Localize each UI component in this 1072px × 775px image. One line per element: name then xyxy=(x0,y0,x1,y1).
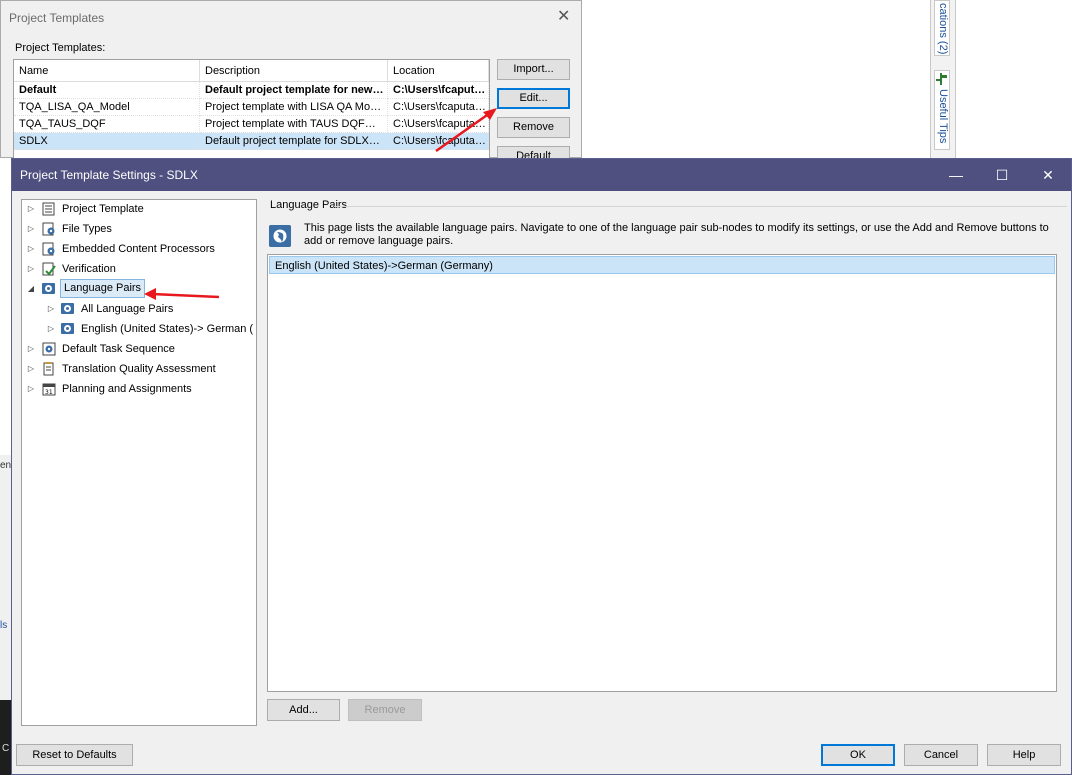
tree-item-english-german[interactable]: ▷ English (United States)-> German ( xyxy=(22,320,256,338)
tree-item-label: English (United States)-> German ( xyxy=(81,323,254,335)
globe-icon xyxy=(61,323,74,334)
column-header-location[interactable]: Location xyxy=(388,60,489,82)
expand-arrow-icon[interactable]: ▷ xyxy=(26,220,36,238)
file-gear-icon xyxy=(42,242,55,256)
tree-item-default-task-sequence[interactable]: ▷ Default Task Sequence xyxy=(22,340,256,358)
tree-item-label: Embedded Content Processors xyxy=(62,243,215,255)
document-icon xyxy=(42,202,55,216)
tree-item-planning-and-assignments[interactable]: ▷ 31 Planning and Assignments xyxy=(22,380,256,398)
background-text-fragment: C xyxy=(2,743,10,754)
tree-item-project-template[interactable]: ▷ Project Template xyxy=(22,200,256,218)
settings-tree: ▷ Project Template ▷ File Types ▷ Embedd… xyxy=(21,199,257,726)
collapse-arrow-icon[interactable]: ◢ xyxy=(26,280,36,298)
tree-item-label: Translation Quality Assessment xyxy=(62,363,216,375)
expand-arrow-icon[interactable]: ▷ xyxy=(26,360,36,378)
info-description: This page lists the available language p… xyxy=(304,222,1049,247)
template-name: SDLX xyxy=(14,133,200,150)
file-gear-icon xyxy=(42,222,55,236)
dialog-title: Project Templates xyxy=(9,11,105,25)
language-pairs-list: English (United States)->German (Germany… xyxy=(267,254,1057,692)
add-button[interactable]: Add... xyxy=(267,699,340,721)
remove-button[interactable]: Remove xyxy=(348,699,422,721)
tree-item-language-pairs[interactable]: ◢ Language Pairs xyxy=(22,279,256,298)
page-title: Language Pairs xyxy=(270,199,348,211)
close-icon[interactable]: ✕ xyxy=(1025,159,1071,191)
template-name: TQA_LISA_QA_Model xyxy=(14,99,200,116)
divider xyxy=(334,206,1067,207)
template-location: C:\Users\fcaput… xyxy=(388,82,489,99)
globe-info-icon xyxy=(269,225,291,247)
project-templates-dialog: Project Templates ✕ Project Templates: N… xyxy=(0,0,582,159)
expand-arrow-icon[interactable]: ▷ xyxy=(26,340,36,358)
expand-arrow-icon[interactable]: ▷ xyxy=(46,300,56,318)
template-name: TQA_TAUS_DQF xyxy=(14,116,200,133)
tree-item-label: All Language Pairs xyxy=(81,303,174,315)
globe-icon xyxy=(61,303,74,314)
template-location: C:\Users\fcaputa… xyxy=(388,133,489,150)
tree-item-verification[interactable]: ▷ Verification xyxy=(22,260,256,278)
table-row[interactable]: TQA_TAUS_DQF Project template with TAUS … xyxy=(14,116,489,133)
tree-item-label: File Types xyxy=(62,223,112,235)
template-name: Default xyxy=(14,82,200,99)
expand-arrow-icon[interactable]: ▷ xyxy=(26,260,36,278)
tree-item-label: Verification xyxy=(62,263,116,275)
remove-button[interactable]: Remove xyxy=(497,117,570,138)
tree-item-label: Project Template xyxy=(62,203,144,215)
notifications-tab[interactable]: cations (2) xyxy=(934,0,950,56)
template-description: Project template with LISA QA Mo… xyxy=(200,99,388,116)
template-description: Default project template for new… xyxy=(200,82,388,99)
project-template-settings-dialog: Project Template Settings - SDLX — ☐ ✕ ▷… xyxy=(11,158,1072,775)
dialog-title: Project Template Settings - SDLX xyxy=(20,168,198,182)
tree-item-label: Default Task Sequence xyxy=(62,343,175,355)
useful-tips-label: Useful Tips xyxy=(937,89,949,144)
table-row-selected[interactable]: SDLX Default project template for SDLX… … xyxy=(14,133,489,150)
ok-button[interactable]: OK xyxy=(821,744,895,766)
globe-icon xyxy=(42,283,55,294)
column-header-description[interactable]: Description xyxy=(200,60,388,82)
import-button[interactable]: Import... xyxy=(497,59,570,80)
tips-icon xyxy=(936,73,947,85)
templates-table: Name Description Location Default Defaul… xyxy=(13,59,490,159)
maximize-icon[interactable]: ☐ xyxy=(979,159,1025,191)
expand-arrow-icon[interactable]: ▷ xyxy=(46,320,56,338)
svg-text:31: 31 xyxy=(45,389,53,396)
table-row[interactable]: TQA_LISA_QA_Model Project template with … xyxy=(14,99,489,116)
close-icon[interactable]: ✕ xyxy=(557,7,570,27)
template-description: Default project template for SDLX… xyxy=(200,133,388,150)
minimize-icon[interactable]: — xyxy=(933,159,979,191)
quality-assessment-icon xyxy=(43,362,54,376)
verification-icon xyxy=(42,262,56,276)
task-sequence-icon xyxy=(42,342,56,356)
background-text-fragment: en xyxy=(0,460,12,471)
cancel-button[interactable]: Cancel xyxy=(904,744,978,766)
expand-arrow-icon[interactable]: ▷ xyxy=(26,380,36,398)
table-row[interactable]: Default Default project template for new… xyxy=(14,82,489,99)
title-bar[interactable]: Project Template Settings - SDLX — ☐ ✕ xyxy=(12,159,1071,191)
calendar-icon: 31 xyxy=(42,383,56,396)
tree-item-label: Planning and Assignments xyxy=(62,383,192,395)
tree-item-translation-quality-assessment[interactable]: ▷ Translation Quality Assessment xyxy=(22,360,256,378)
help-button[interactable]: Help xyxy=(987,744,1061,766)
tree-item-embedded-content-processors[interactable]: ▷ Embedded Content Processors xyxy=(22,240,256,258)
edit-button[interactable]: Edit... xyxy=(497,88,570,109)
tree-item-file-types[interactable]: ▷ File Types xyxy=(22,220,256,238)
column-header-name[interactable]: Name xyxy=(14,60,200,82)
tree-item-all-language-pairs[interactable]: ▷ All Language Pairs xyxy=(22,300,256,318)
expand-arrow-icon[interactable]: ▷ xyxy=(26,200,36,218)
template-location: C:\Users\fcaputa… xyxy=(388,116,489,133)
template-location: C:\Users\fcaputa… xyxy=(388,99,489,116)
reset-to-defaults-button[interactable]: Reset to Defaults xyxy=(16,744,133,766)
background-text-fragment: ls xyxy=(0,620,8,631)
templates-label: Project Templates: xyxy=(15,42,106,54)
expand-arrow-icon[interactable]: ▷ xyxy=(26,240,36,258)
tree-item-label: Language Pairs xyxy=(60,279,146,298)
list-item[interactable]: English (United States)->German (Germany… xyxy=(269,256,1055,274)
template-description: Project template with TAUS DQF… xyxy=(200,116,388,133)
